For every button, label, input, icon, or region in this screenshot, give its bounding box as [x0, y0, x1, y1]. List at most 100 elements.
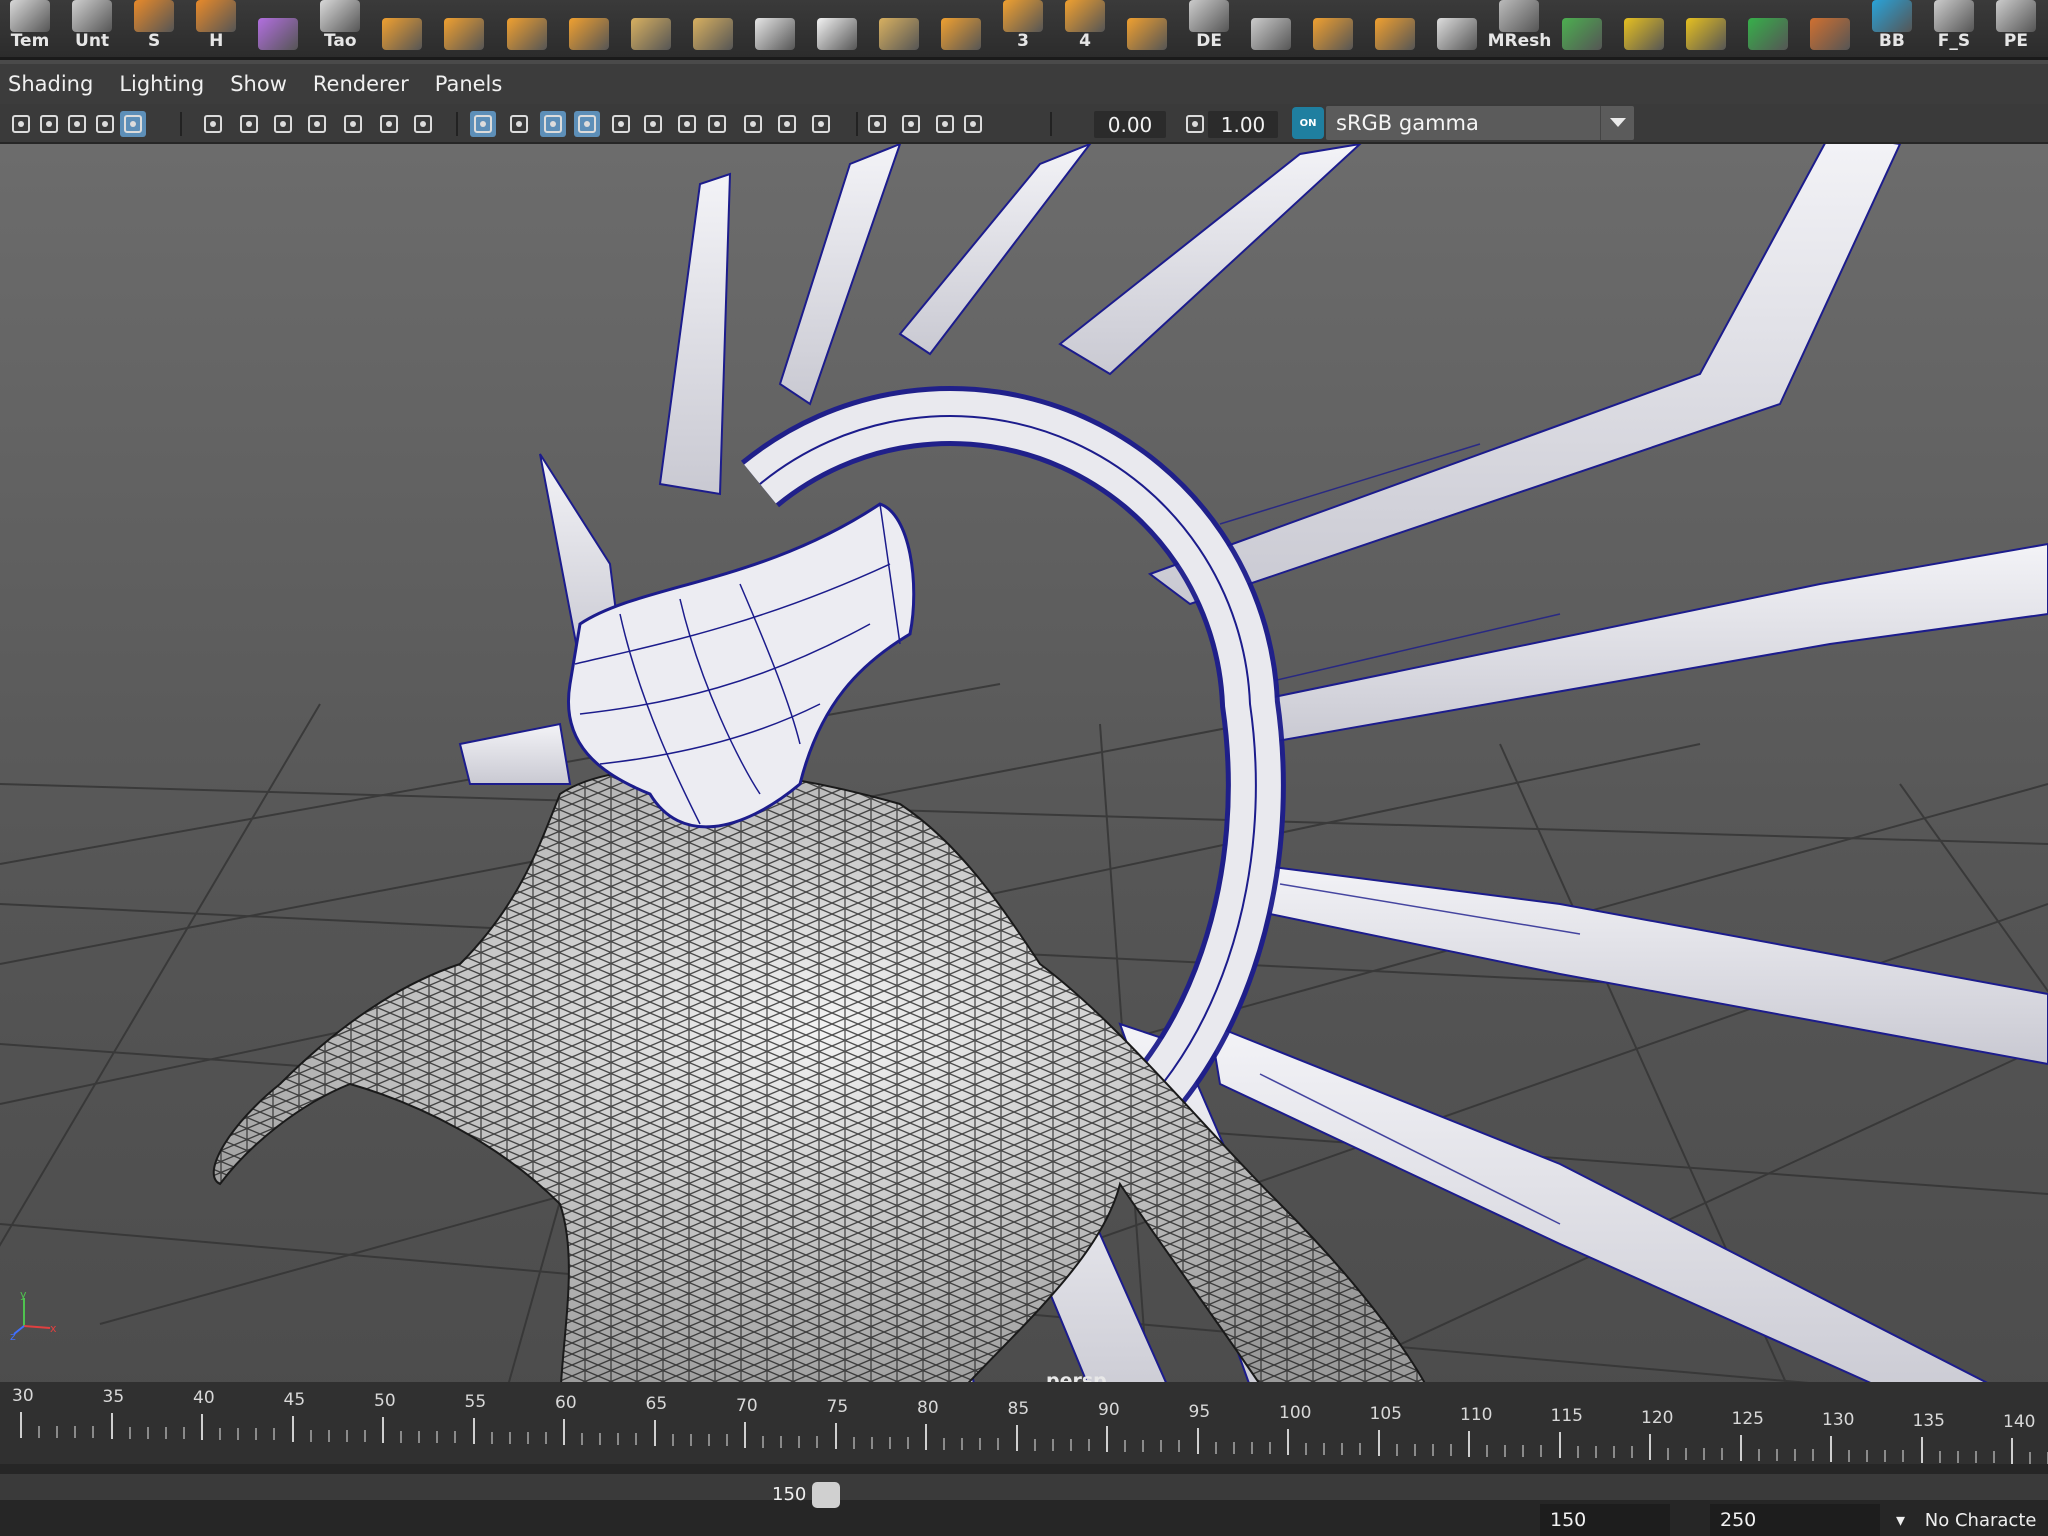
colorspace-select[interactable]: sRGB gamma: [1326, 106, 1634, 140]
shelf-button[interactable]: [1243, 0, 1299, 50]
shelf-button[interactable]: [436, 0, 492, 50]
helmet-mesh: [567, 502, 916, 829]
multisample-aa-icon[interactable]: [740, 111, 766, 137]
shelf-button[interactable]: [1429, 0, 1485, 50]
timeline-minor-tick: [1576, 1446, 1579, 1459]
menu-renderer[interactable]: Renderer: [313, 72, 409, 96]
xray-joints-icon[interactable]: [864, 111, 890, 137]
shelf-button[interactable]: [1367, 0, 1423, 50]
menu-lighting[interactable]: Lighting: [119, 72, 204, 96]
timeline-tick-label: 135: [1912, 1411, 1945, 1432]
bookmark-icon[interactable]: [36, 111, 62, 137]
shelf-button[interactable]: BB: [1864, 0, 1920, 50]
shelf-button[interactable]: H: [188, 0, 244, 50]
shelf-button[interactable]: [1616, 0, 1672, 50]
gamma-field[interactable]: 1.00: [1208, 111, 1278, 138]
chair-icon: [506, 18, 547, 50]
shelf-label: Tao: [324, 31, 357, 51]
shadows-icon[interactable]: [640, 111, 666, 137]
xray-active-icon[interactable]: [898, 111, 924, 137]
layer-4-icon: [1065, 0, 1106, 32]
shelf-button[interactable]: [498, 0, 554, 50]
shelf-button[interactable]: DE: [1181, 0, 1237, 50]
shelf-button[interactable]: 4: [1057, 0, 1113, 50]
timeline-tick-mark: [2011, 1438, 2013, 1465]
grid-toggle-icon[interactable]: [120, 111, 146, 137]
timeline-minor-tick: [1667, 1447, 1670, 1460]
timeline-minor-tick: [1413, 1444, 1416, 1456]
time-slider[interactable]: 30 35 40 45 50 55 60 65 70 75 80 85 90 95 100 105 110 115…: [0, 1382, 2048, 1465]
range-handle[interactable]: [812, 1482, 840, 1508]
camera-attributes-icon[interactable]: [64, 111, 90, 137]
timeline-minor-tick: [997, 1438, 1000, 1450]
isolate-select-icon[interactable]: [808, 111, 834, 137]
wireframe-icon[interactable]: [410, 111, 436, 137]
safe-title-icon[interactable]: [376, 111, 402, 137]
film-gate-icon[interactable]: [200, 111, 226, 137]
character-set-value: No Characte: [1924, 1510, 2037, 1531]
image-plane-icon[interactable]: [92, 111, 118, 137]
wireframe-on-shaded-icon[interactable]: [540, 111, 566, 137]
menu-shading[interactable]: Shading: [8, 72, 93, 96]
tree-icon: [1561, 18, 1602, 50]
shelf-button[interactable]: [1678, 0, 1734, 50]
exposure-field[interactable]: 0.00: [1094, 111, 1166, 138]
shelf-button[interactable]: Tem: [2, 0, 58, 50]
depth-of-field-icon[interactable]: [774, 111, 800, 137]
menu-show[interactable]: Show: [230, 72, 287, 96]
shelf-label: 3: [1017, 31, 1029, 51]
playback-end-field[interactable]: 150: [1540, 1504, 1670, 1536]
shelf-button[interactable]: [250, 0, 306, 50]
shelf-button[interactable]: [1119, 0, 1175, 50]
screen-space-ao-icon[interactable]: [674, 111, 700, 137]
viewport-persp[interactable]: persp y x z: [0, 144, 2048, 1414]
menu-panels[interactable]: Panels: [435, 72, 503, 96]
safe-action-icon[interactable]: [340, 111, 366, 137]
shelf-button[interactable]: PE: [1988, 0, 2044, 50]
animation-end-field[interactable]: 250: [1710, 1504, 1880, 1536]
colorspace-value: sRGB gamma: [1336, 111, 1479, 135]
default-material-icon[interactable]: [506, 111, 532, 137]
shelf-button[interactable]: F_S: [1926, 0, 1982, 50]
camera-select-icon[interactable]: [8, 111, 34, 137]
shelf-button[interactable]: [1305, 0, 1361, 50]
timeline-minor-tick: [1305, 1442, 1308, 1455]
shelf-button[interactable]: [623, 0, 679, 50]
gamma-icon[interactable]: [1182, 111, 1208, 137]
timeline-minor-tick: [182, 1427, 185, 1440]
shelf-button[interactable]: [1740, 0, 1796, 50]
shelf-button[interactable]: [809, 0, 865, 50]
timeline-minor-tick: [544, 1432, 547, 1444]
field-chart-icon[interactable]: [304, 111, 330, 137]
axis-z-label: z: [10, 1330, 16, 1340]
gate-mask-icon[interactable]: [270, 111, 296, 137]
shelf-button[interactable]: MResh: [1488, 0, 1551, 50]
resolution-gate-icon[interactable]: [236, 111, 262, 137]
exposure-icon[interactable]: [960, 111, 986, 137]
shelf-button[interactable]: S: [126, 0, 182, 50]
timeline-minor-tick: [255, 1428, 258, 1441]
shelf-button[interactable]: [933, 0, 989, 50]
use-all-lights-icon[interactable]: [608, 111, 634, 137]
shelf-button[interactable]: [871, 0, 927, 50]
shelf-button[interactable]: [685, 0, 741, 50]
shelf-button[interactable]: [374, 0, 430, 50]
shelf-button[interactable]: [1554, 0, 1610, 50]
range-track[interactable]: [0, 1474, 2048, 1500]
backface-icon[interactable]: [932, 111, 958, 137]
xray-icon[interactable]: [574, 111, 600, 137]
shelf-button[interactable]: [747, 0, 803, 50]
motion-blur-icon[interactable]: [704, 111, 730, 137]
shelf-button[interactable]: 3: [995, 0, 1051, 50]
shelf-button[interactable]: Tao: [312, 0, 368, 50]
shelf-button[interactable]: [561, 0, 617, 50]
color-management-toggle[interactable]: ON: [1292, 107, 1324, 139]
timeline-tick-mark: [472, 1418, 475, 1444]
character-set-select[interactable]: ▾ No Characte: [1896, 1510, 2036, 1531]
shelf-button[interactable]: [1802, 0, 1858, 50]
chevron-down-icon[interactable]: [1600, 106, 1634, 140]
timeline-minor-tick: [273, 1428, 276, 1441]
shelf-button[interactable]: Unt: [64, 0, 120, 50]
diamond-icon: [1375, 18, 1416, 50]
smooth-shade-icon[interactable]: [470, 111, 496, 137]
